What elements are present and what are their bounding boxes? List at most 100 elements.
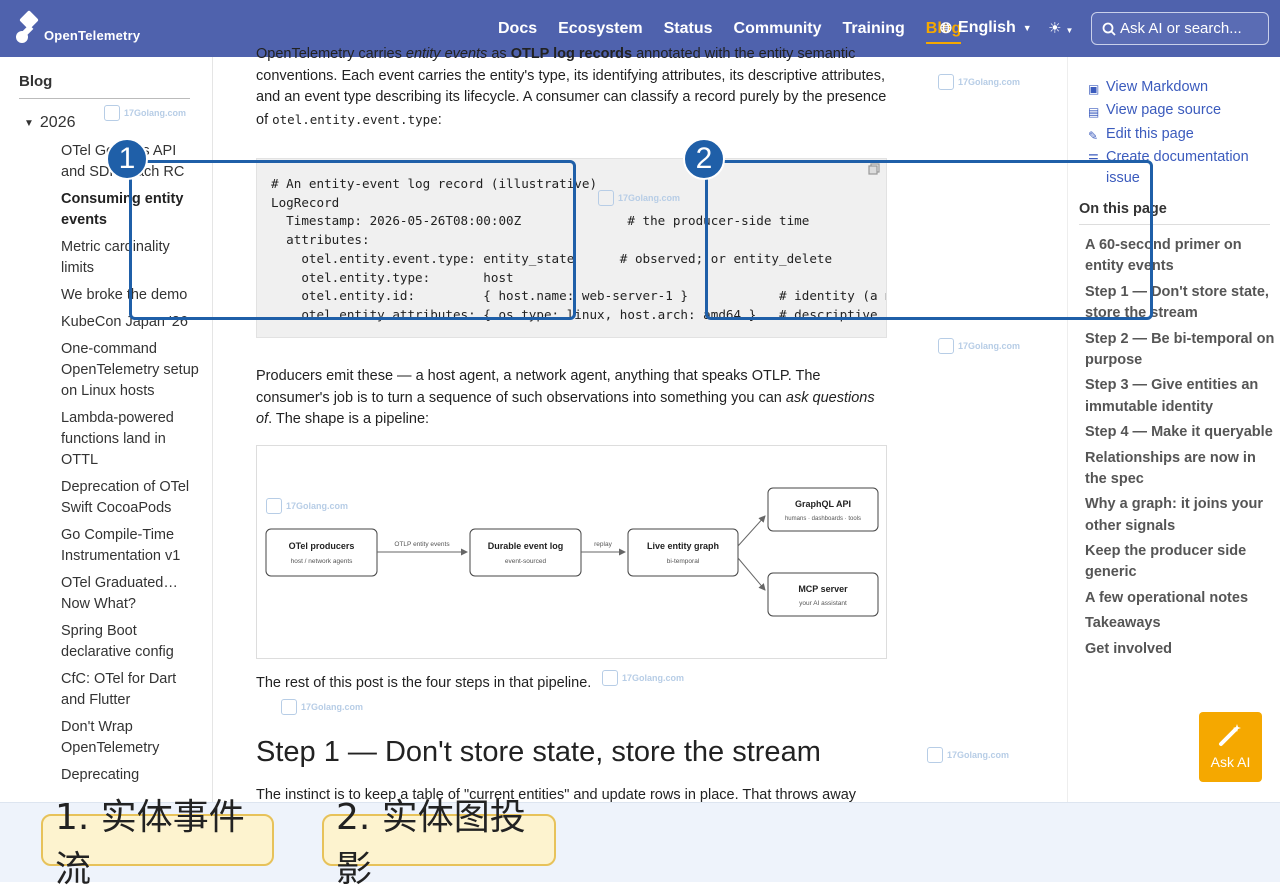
caption-1: 1. 实体事件流 bbox=[41, 797, 274, 890]
watermark: 17Golang.com bbox=[602, 670, 684, 686]
chevron-down-icon: ▼ bbox=[1065, 26, 1074, 35]
view-markdown-link[interactable]: ▣ View Markdown bbox=[1088, 77, 1278, 100]
edit-page-link[interactable]: ✎ Edit this page bbox=[1088, 124, 1278, 147]
toc-item[interactable]: A few operational notes bbox=[1085, 588, 1275, 609]
logo-text: OpenTelemetry bbox=[44, 27, 141, 43]
search-input[interactable]: Ask AI or search... bbox=[1091, 12, 1269, 45]
search-icon bbox=[1102, 22, 1116, 36]
producers-node: OTel producers host / network agents bbox=[265, 528, 378, 577]
gql-title: GraphQL API bbox=[795, 499, 851, 509]
pipeline-diagram: OTel producers host / network agents OTL… bbox=[256, 445, 887, 659]
watermark-icon bbox=[598, 190, 614, 206]
text: annotated with the entity semantic bbox=[632, 46, 856, 62]
view-source-link[interactable]: ▤ View page source bbox=[1088, 100, 1278, 123]
text: . The shape is a pipeline: bbox=[268, 411, 430, 427]
text: Producers emit these — a host agent, a n… bbox=[256, 368, 821, 406]
sidebar-post[interactable]: Deprecating bbox=[61, 765, 201, 786]
annotation-badge-1: 1 bbox=[106, 138, 148, 180]
text: : bbox=[437, 111, 442, 128]
mcp-node: MCP server your AI assistant bbox=[767, 572, 879, 617]
graph-sub: bi-temporal bbox=[667, 558, 700, 565]
sidebar-post[interactable]: Lambda-powered functions land in OTTL bbox=[61, 408, 201, 471]
watermark-icon bbox=[602, 670, 618, 686]
toc-item[interactable]: Step 3 — Give entities an immutable iden… bbox=[1085, 375, 1275, 418]
caret-down-icon: ▼ bbox=[24, 117, 34, 129]
toc-item[interactable]: Relationships are now in the spec bbox=[1085, 448, 1275, 491]
emphasis: entity events bbox=[405, 46, 488, 62]
annotation-box-2 bbox=[705, 160, 1153, 320]
file-icon: ▤ bbox=[1088, 105, 1100, 120]
sidebar-post[interactable]: Go Compile-Time Instrumentation v1 bbox=[61, 525, 201, 567]
watermark-text: 17Golang.com bbox=[958, 77, 1021, 87]
sidebar-heading[interactable]: Blog bbox=[19, 73, 52, 90]
watermark: 17Golang.com bbox=[266, 498, 348, 514]
nav-docs[interactable]: Docs bbox=[498, 20, 537, 38]
magic-wand-icon bbox=[1219, 724, 1241, 746]
paragraph: Producers emit these — a host agent, a n… bbox=[256, 366, 888, 431]
edge2-label: replay bbox=[594, 541, 612, 548]
section-heading: Step 1 — Don't store state, store the st… bbox=[256, 736, 821, 768]
inline-code: otel.entity.event.type bbox=[272, 111, 438, 127]
sidebar-post[interactable]: Don't Wrap OpenTelemetry bbox=[61, 717, 201, 759]
article-body: OpenTelemetry carries entity events as O… bbox=[256, 44, 888, 131]
intro-paragraph: OpenTelemetry carries entity events as O… bbox=[256, 44, 888, 131]
watermark: 17Golang.com bbox=[927, 747, 1009, 763]
producers-sub: host / network agents bbox=[291, 558, 354, 565]
pipeline-diagram-svg: OTel producers host / network agents OTL… bbox=[265, 487, 879, 617]
nav-ecosystem[interactable]: Ecosystem bbox=[558, 20, 643, 38]
toc-item[interactable]: Takeaways bbox=[1085, 613, 1275, 634]
edge-arrow bbox=[737, 515, 766, 547]
watermark-text: 17Golang.com bbox=[301, 702, 364, 712]
graphql-node: GraphQL API humans · dashboards · tools bbox=[767, 487, 879, 532]
sidebar-post[interactable]: Deprecation of OTel Swift CocoaPods bbox=[61, 477, 201, 519]
strong-text: OTLP log records bbox=[510, 46, 633, 62]
markdown-icon: ▣ bbox=[1088, 82, 1100, 96]
chevron-down-icon: ▼ bbox=[1022, 23, 1032, 33]
watermark-text: 17Golang.com bbox=[958, 341, 1021, 351]
sidebar-post[interactable]: OTel Graduated… Now What? bbox=[61, 573, 201, 615]
theme-toggle[interactable]: ☀ ▼ bbox=[1048, 19, 1073, 37]
toc-item[interactable]: Why a graph: it joins your other signals bbox=[1085, 494, 1275, 537]
watermark-text: 17Golang.com bbox=[124, 108, 187, 118]
watermark-icon bbox=[104, 105, 120, 121]
toc-item[interactable]: Keep the producer side generic bbox=[1085, 541, 1275, 584]
ask-ai-label: Ask AI bbox=[1210, 754, 1251, 770]
edge1-label: OTLP entity events bbox=[394, 541, 450, 548]
log-title: Durable event log bbox=[488, 541, 564, 551]
telescope-logo-icon bbox=[16, 10, 39, 43]
caption-2: 2. 实体图投影 bbox=[322, 797, 556, 890]
year-toggle[interactable]: ▼ 2026 bbox=[24, 114, 76, 132]
text: as bbox=[487, 46, 511, 62]
sidebar-post[interactable]: One-command OpenTelemetry setup on Linux… bbox=[61, 339, 201, 402]
link-label: Edit this page bbox=[1106, 125, 1194, 142]
watermark: 17Golang.com bbox=[104, 105, 186, 121]
watermark-icon bbox=[266, 498, 282, 514]
watermark-text: 17Golang.com bbox=[947, 750, 1010, 760]
sidebar-post[interactable]: Spring Boot declarative config bbox=[61, 621, 201, 663]
toc-item[interactable]: Step 2 — Be bi-temporal on purpose bbox=[1085, 329, 1275, 372]
toc-item[interactable]: Get involved bbox=[1085, 639, 1275, 660]
watermark-icon bbox=[938, 338, 954, 354]
edge-arrow bbox=[737, 557, 766, 591]
toc-item[interactable]: Step 4 — Make it queryable bbox=[1085, 422, 1275, 443]
event-log-node: Durable event log event-sourced bbox=[469, 528, 582, 577]
steps-paragraph: The rest of this post is the four steps … bbox=[256, 673, 888, 695]
nav-community[interactable]: Community bbox=[734, 20, 822, 38]
watermark-icon bbox=[927, 747, 943, 763]
globe-icon: 🌐︎ bbox=[940, 19, 953, 37]
opentelemetry-logo[interactable]: OpenTelemetry bbox=[12, 9, 140, 49]
sidebar-post[interactable]: CfC: OTel for Dart and Flutter bbox=[61, 669, 201, 711]
watermark: 17Golang.com bbox=[281, 699, 363, 715]
year-label: 2026 bbox=[39, 114, 76, 131]
search-placeholder: Ask AI or search... bbox=[1120, 20, 1242, 37]
ask-ai-button[interactable]: Ask AI bbox=[1199, 712, 1262, 782]
nav-training[interactable]: Training bbox=[843, 20, 905, 38]
pipeline-paragraph: Producers emit these — a host agent, a n… bbox=[256, 366, 888, 431]
watermark: 17Golang.com bbox=[938, 338, 1020, 354]
log-sub: event-sourced bbox=[505, 558, 547, 565]
sun-icon: ☀ bbox=[1048, 20, 1062, 37]
nav-status[interactable]: Status bbox=[664, 20, 713, 38]
link-label: View Markdown bbox=[1106, 79, 1209, 95]
language-selector[interactable]: 🌐︎ English ▼ bbox=[940, 19, 1032, 37]
watermark-text: 17Golang.com bbox=[286, 501, 349, 511]
